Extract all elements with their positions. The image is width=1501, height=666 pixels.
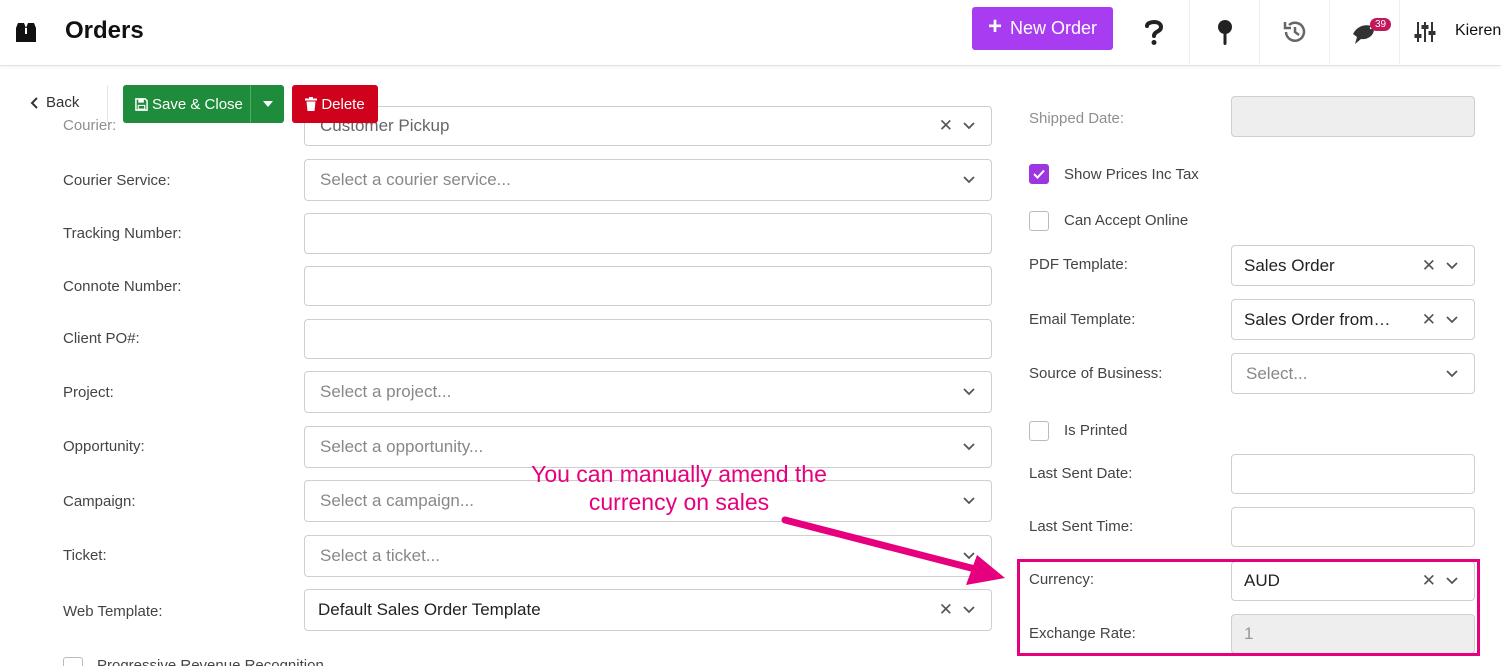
campaign-label: Campaign: xyxy=(63,493,136,510)
annotation-arrow xyxy=(781,516,1005,585)
floppy-icon xyxy=(135,97,148,111)
tracking-number-input[interactable] xyxy=(304,213,992,254)
is-printed-label: Is Printed xyxy=(1064,422,1128,439)
campaign-placeholder: Select a campaign... xyxy=(320,491,475,510)
last-sent-date-label: Last Sent Date: xyxy=(1029,465,1133,482)
delete-label: Delete xyxy=(321,95,365,113)
save-close-button[interactable]: Save & Close xyxy=(123,85,251,123)
pin-icon xyxy=(1217,20,1232,45)
client-po-label: Client PO#: xyxy=(63,330,140,347)
last-sent-time-input[interactable] xyxy=(1231,507,1475,547)
save-close-button-group: Save & Close xyxy=(123,85,284,123)
pin-button[interactable] xyxy=(1189,0,1259,64)
opportunity-controls xyxy=(963,427,975,467)
web-template-controls: ✕ xyxy=(939,590,975,630)
pdf-template-label: PDF Template: xyxy=(1029,256,1128,273)
help-button[interactable] xyxy=(1119,0,1189,64)
progressive-revenue-label: Progressive Revenue Recognition xyxy=(97,657,324,666)
source-of-business-select[interactable]: Select... xyxy=(1231,353,1475,394)
courier-service-select[interactable]: Select a courier service... xyxy=(304,159,992,201)
clear-icon[interactable]: ✕ xyxy=(1422,256,1436,276)
chevron-down-icon[interactable] xyxy=(963,443,975,451)
project-select[interactable]: Select a project... xyxy=(304,371,992,413)
chevron-down-icon[interactable] xyxy=(1446,315,1458,324)
ticket-label: Ticket: xyxy=(63,547,107,564)
chevron-down-icon[interactable] xyxy=(963,497,975,505)
chevron-down-icon[interactable] xyxy=(1446,369,1458,378)
web-template-value: Default Sales Order Template xyxy=(318,600,541,619)
chevron-down-icon[interactable] xyxy=(963,606,975,614)
clear-icon[interactable]: ✕ xyxy=(939,116,953,136)
caret-down-icon xyxy=(262,101,273,107)
web-template-select[interactable]: Default Sales Order Template ✕ xyxy=(304,589,992,631)
project-controls xyxy=(963,372,975,412)
opportunity-placeholder: Select a opportunity... xyxy=(320,437,484,456)
plus-icon: + xyxy=(987,13,1002,40)
email-template-value: Sales Order from Company xyxy=(1244,309,1394,329)
chevron-down-icon[interactable] xyxy=(963,388,975,396)
source-of-business-placeholder: Select... xyxy=(1246,363,1308,383)
pdf-template-value: Sales Order xyxy=(1244,255,1335,275)
notifications-button[interactable] xyxy=(1329,0,1399,64)
courier-service-controls xyxy=(963,160,975,200)
email-template-select[interactable]: Sales Order from Company ✕ xyxy=(1231,299,1475,340)
tracking-number-label: Tracking Number: xyxy=(63,225,182,242)
is-printed-checkbox[interactable] xyxy=(1029,421,1049,441)
chevron-left-icon xyxy=(30,96,38,109)
chevron-down-icon[interactable] xyxy=(963,176,975,184)
box-icon[interactable] xyxy=(14,20,38,44)
chevron-down-icon[interactable] xyxy=(963,122,975,130)
question-icon xyxy=(1145,20,1164,45)
last-sent-time-label: Last Sent Time: xyxy=(1029,518,1134,535)
can-accept-online-label: Can Accept Online xyxy=(1064,212,1189,229)
courier-service-placeholder: Select a courier service... xyxy=(320,170,511,189)
new-order-button[interactable]: + New Order xyxy=(972,7,1113,50)
back-label: Back xyxy=(46,94,80,111)
web-template-label: Web Template: xyxy=(63,603,163,620)
top-bar: Orders + New Order 39 Kieren xyxy=(0,0,1501,66)
notification-badge: 39 xyxy=(1370,18,1392,31)
connote-number-label: Connote Number: xyxy=(63,278,182,295)
ticket-placeholder: Select a ticket... xyxy=(320,546,440,565)
user-name[interactable]: Kieren xyxy=(1455,22,1501,40)
progressive-revenue-checkbox[interactable] xyxy=(63,657,83,666)
show-prices-inc-tax-checkbox[interactable] xyxy=(1029,164,1049,184)
sliders-icon xyxy=(1414,22,1435,42)
can-accept-online-checkbox[interactable] xyxy=(1029,211,1049,231)
history-button[interactable] xyxy=(1259,0,1329,64)
page-title: Orders xyxy=(65,17,144,44)
last-sent-date-input[interactable] xyxy=(1231,454,1475,494)
opportunity-label: Opportunity: xyxy=(63,438,145,455)
settings-button[interactable] xyxy=(1399,0,1449,64)
client-po-input[interactable] xyxy=(304,319,992,359)
source-of-business-label: Source of Business: xyxy=(1029,365,1163,382)
save-close-label: Save & Close xyxy=(152,95,243,113)
connote-number-input[interactable] xyxy=(304,266,992,306)
project-placeholder: Select a project... xyxy=(320,382,452,401)
email-template-controls: ✕ xyxy=(1422,300,1458,339)
courier-label: Courier: xyxy=(63,117,117,134)
back-button[interactable]: Back xyxy=(30,94,79,111)
check-icon xyxy=(1033,169,1045,179)
currency-highlight-box xyxy=(1017,559,1480,656)
pdf-template-controls: ✕ xyxy=(1422,246,1458,285)
new-order-label: New Order xyxy=(1009,18,1098,38)
trash-icon xyxy=(305,97,318,111)
courier-controls: ✕ xyxy=(939,107,975,145)
shipped-date-label: Shipped Date: xyxy=(1029,110,1125,127)
pdf-template-select[interactable]: Sales Order ✕ xyxy=(1231,245,1475,286)
clear-icon[interactable]: ✕ xyxy=(1422,310,1436,330)
source-of-business-controls xyxy=(1446,354,1458,393)
delete-button[interactable]: Delete xyxy=(292,85,378,123)
shipped-date-input[interactable] xyxy=(1231,96,1475,137)
email-template-label: Email Template: xyxy=(1029,311,1136,328)
show-prices-inc-tax-label: Show Prices Inc Tax xyxy=(1064,166,1199,183)
project-label: Project: xyxy=(63,384,114,401)
save-options-toggle[interactable] xyxy=(251,101,284,107)
courier-service-label: Courier Service: xyxy=(63,172,171,189)
history-icon xyxy=(1283,21,1305,42)
chevron-down-icon[interactable] xyxy=(1446,261,1458,270)
clear-icon[interactable]: ✕ xyxy=(939,600,953,620)
courier-select[interactable]: Customer Pickup ✕ xyxy=(304,106,992,146)
